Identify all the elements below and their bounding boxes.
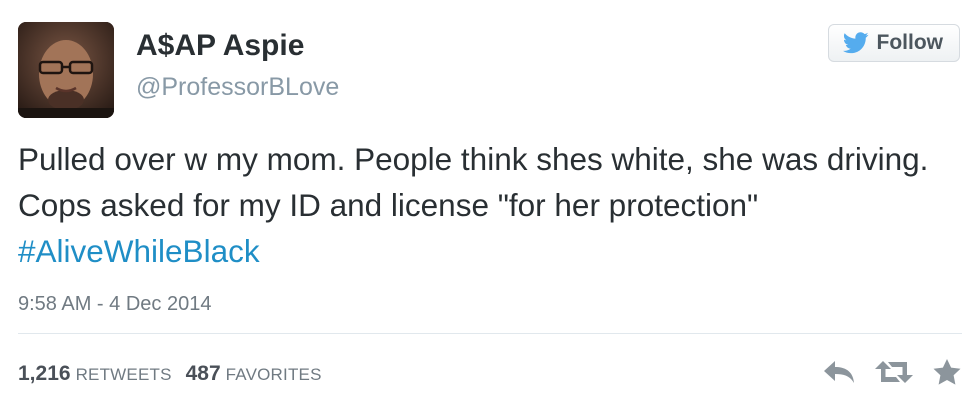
twitter-bird-icon [842,32,869,54]
hashtag-link[interactable]: #AliveWhileBlack [18,233,260,269]
user-handle[interactable]: @ProfessorBLove [136,72,339,102]
divider [18,333,962,334]
follow-label: Follow [876,31,944,54]
follow-button[interactable]: Follow [827,24,960,62]
avatar[interactable] [18,22,114,118]
reply-icon[interactable] [822,358,856,386]
retweets-count: 1,216 [18,362,71,385]
tweet-stats: 1,216 RETWEETS 487 FAVORITES [18,362,322,386]
tweet-text: Pulled over w my mom. People think shes … [18,136,968,274]
favorite-star-icon[interactable] [932,358,962,386]
avatar-photo [18,22,114,118]
retweet-icon[interactable] [874,358,914,386]
favorites-stat[interactable]: 487 FAVORITES [186,362,322,386]
display-name[interactable]: A$AP Aspie [136,28,304,64]
favorites-count: 487 [185,362,221,385]
favorites-label: FAVORITES [225,365,322,384]
tweet-timestamp[interactable]: 9:58 AM - 4 Dec 2014 [18,292,211,316]
retweets-label: RETWEETS [75,365,172,384]
retweets-stat[interactable]: 1,216 RETWEETS [18,362,172,386]
tweet-actions [822,358,962,386]
tweet-body: Pulled over w my mom. People think shes … [18,141,929,223]
